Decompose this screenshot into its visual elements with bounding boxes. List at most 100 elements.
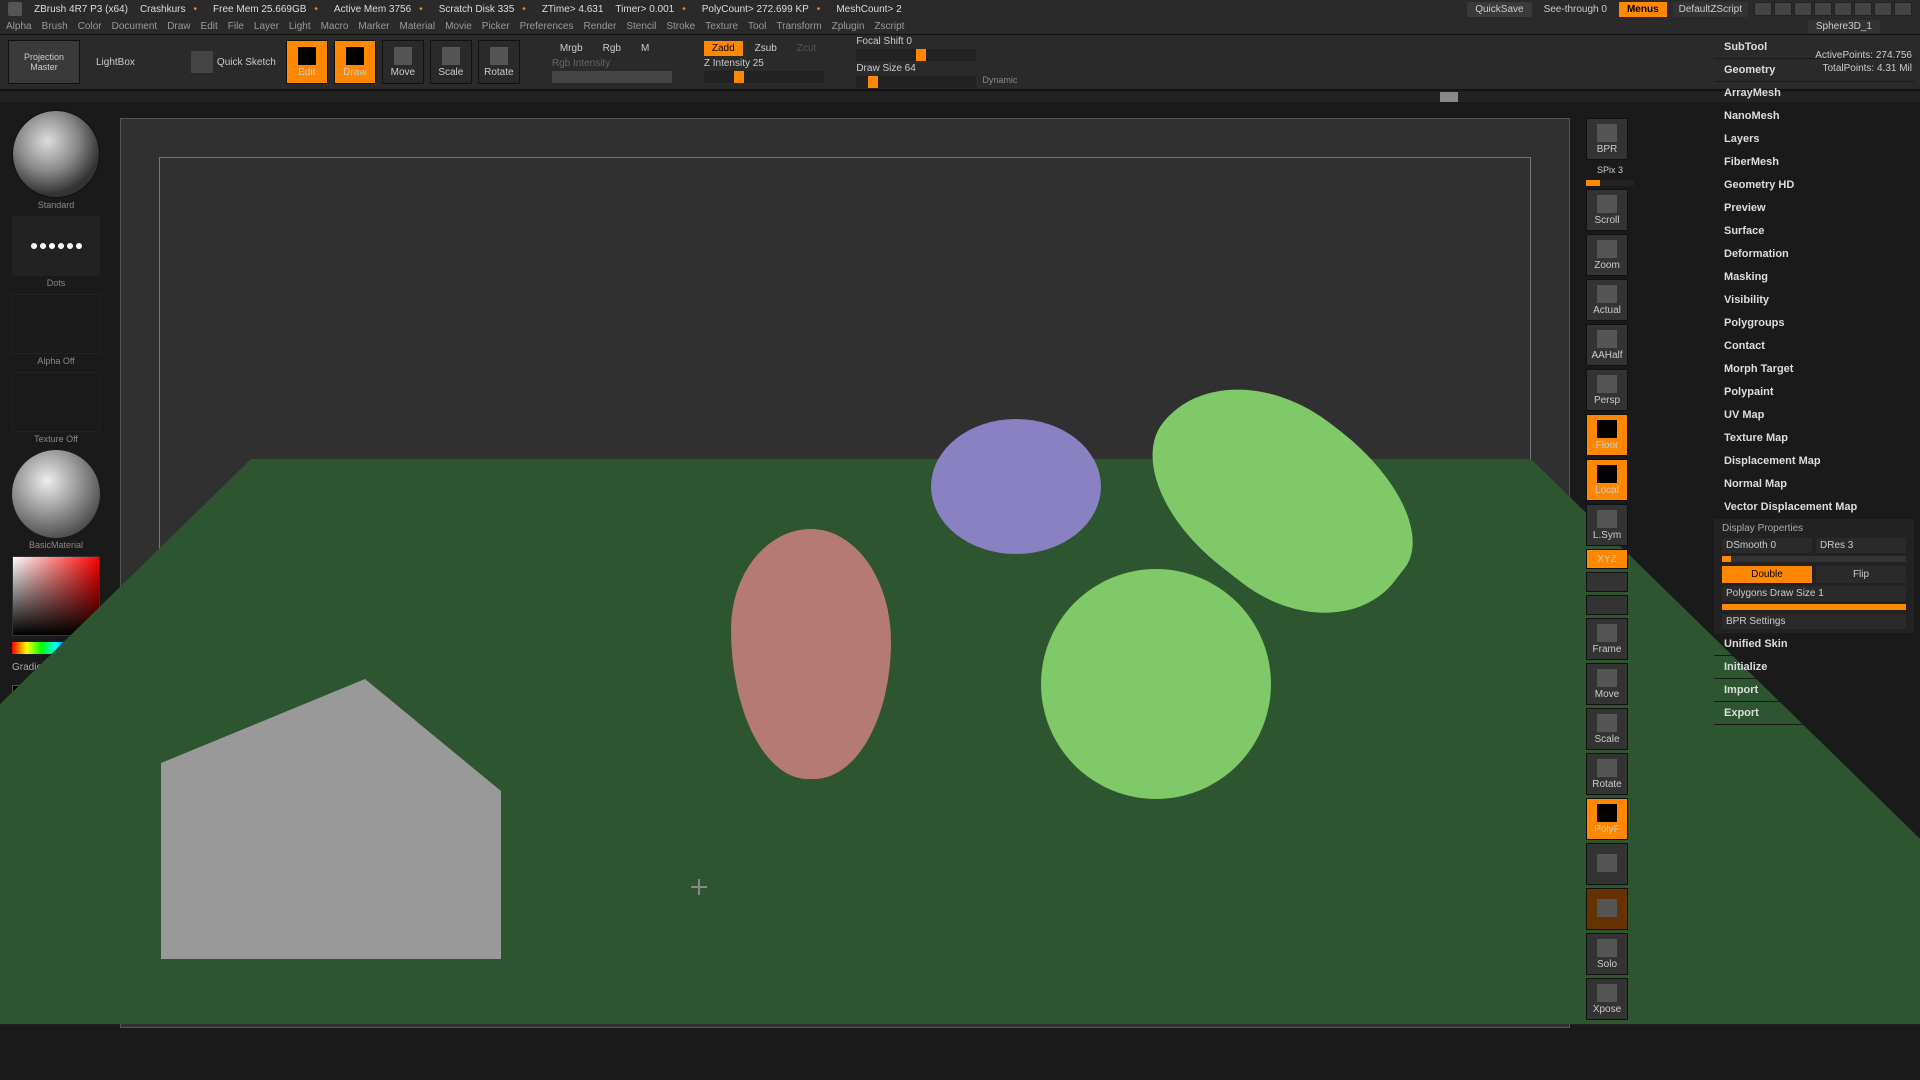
scroll-button[interactable]: Scroll bbox=[1586, 189, 1628, 231]
axis-button[interactable] bbox=[1586, 595, 1628, 615]
geometryhd-section[interactable]: Geometry HD bbox=[1714, 174, 1914, 197]
lightbox-button[interactable]: LightBox bbox=[86, 53, 145, 72]
menu-transform[interactable]: Transform bbox=[776, 21, 821, 32]
menu-brush[interactable]: Brush bbox=[42, 21, 68, 32]
polygons-slider[interactable] bbox=[1722, 604, 1906, 610]
menu-macro[interactable]: Macro bbox=[321, 21, 349, 32]
menu-material[interactable]: Material bbox=[400, 21, 436, 32]
polyf-button[interactable]: PolyF bbox=[1586, 798, 1628, 840]
double-button[interactable]: Double bbox=[1722, 566, 1812, 583]
window-icon[interactable] bbox=[1754, 2, 1772, 16]
quicksave-button[interactable]: QuickSave bbox=[1467, 2, 1531, 17]
m-button[interactable]: M bbox=[633, 41, 657, 56]
normalmap-section[interactable]: Normal Map bbox=[1714, 473, 1914, 496]
seethrough-slider[interactable]: See-through 0 bbox=[1538, 2, 1613, 17]
scale-view-button[interactable]: Scale bbox=[1586, 708, 1628, 750]
masking-section[interactable]: Masking bbox=[1714, 266, 1914, 289]
rgb-intensity-slider[interactable] bbox=[552, 71, 672, 83]
brush-preview[interactable] bbox=[12, 110, 100, 198]
window-icon[interactable] bbox=[1834, 2, 1852, 16]
axis-button[interactable] bbox=[1586, 572, 1628, 592]
menus-button[interactable]: Menus bbox=[1619, 2, 1667, 17]
spix-slider[interactable] bbox=[1586, 180, 1634, 186]
zsub-button[interactable]: Zsub bbox=[747, 41, 785, 56]
contact-section[interactable]: Contact bbox=[1714, 335, 1914, 358]
morphtarget-section[interactable]: Morph Target bbox=[1714, 358, 1914, 381]
alpha-preview[interactable] bbox=[12, 294, 100, 354]
texturemap-section[interactable]: Texture Map bbox=[1714, 427, 1914, 450]
initialize-section[interactable]: Initialize bbox=[1714, 656, 1914, 679]
rotate-mode-button[interactable]: Rotate bbox=[478, 40, 520, 84]
mrgb-button[interactable]: Mrgb bbox=[552, 41, 591, 56]
nanomesh-section[interactable]: NanoMesh bbox=[1714, 105, 1914, 128]
aahalf-button[interactable]: AAHalf bbox=[1586, 324, 1628, 366]
display-properties-heading[interactable]: Display Properties bbox=[1722, 523, 1906, 534]
actual-button[interactable]: Actual bbox=[1586, 279, 1628, 321]
preview-section[interactable]: Preview bbox=[1714, 197, 1914, 220]
material-preview[interactable] bbox=[12, 450, 100, 538]
xyz-button[interactable]: XYZ bbox=[1586, 549, 1628, 569]
polygroups-section[interactable]: Polygroups bbox=[1714, 312, 1914, 335]
menu-document[interactable]: Document bbox=[112, 21, 158, 32]
import-section[interactable]: Import bbox=[1714, 679, 1914, 702]
menu-light[interactable]: Light bbox=[289, 21, 311, 32]
surface-section[interactable]: Surface bbox=[1714, 220, 1914, 243]
spix-label[interactable]: SPix 3 bbox=[1586, 165, 1634, 175]
menu-render[interactable]: Render bbox=[584, 21, 617, 32]
polypaint-section[interactable]: Polypaint bbox=[1714, 381, 1914, 404]
uvmap-section[interactable]: UV Map bbox=[1714, 404, 1914, 427]
z-intensity-slider[interactable] bbox=[704, 71, 824, 83]
menu-edit[interactable]: Edit bbox=[201, 21, 218, 32]
displacementmap-section[interactable]: Displacement Map bbox=[1714, 450, 1914, 473]
projection-master-button[interactable]: Projection Master bbox=[8, 40, 80, 84]
dynamic-label[interactable]: Dynamic bbox=[982, 75, 1017, 85]
dsmooth-slider[interactable] bbox=[1722, 556, 1906, 562]
window-icon[interactable] bbox=[1774, 2, 1792, 16]
move-mode-button[interactable]: Move bbox=[382, 40, 424, 84]
menu-zplugin[interactable]: Zplugin bbox=[832, 21, 865, 32]
unifiedskin-section[interactable]: Unified Skin bbox=[1714, 633, 1914, 656]
zadd-button[interactable]: Zadd bbox=[704, 41, 743, 56]
transp-button[interactable] bbox=[1586, 843, 1628, 885]
rotate-view-button[interactable]: Rotate bbox=[1586, 753, 1628, 795]
menu-file[interactable]: File bbox=[228, 21, 244, 32]
zoom-button[interactable]: Zoom bbox=[1586, 234, 1628, 276]
local-button[interactable]: Local bbox=[1586, 459, 1628, 501]
menu-color[interactable]: Color bbox=[78, 21, 102, 32]
menu-tool[interactable]: Tool bbox=[748, 21, 766, 32]
geometry-section[interactable]: Geometry bbox=[1714, 59, 1914, 82]
menu-stencil[interactable]: Stencil bbox=[626, 21, 656, 32]
polygons-draw-size[interactable]: Polygons Draw Size 1 bbox=[1722, 586, 1906, 601]
lsym-button[interactable]: L.Sym bbox=[1586, 504, 1628, 546]
script-label[interactable]: DefaultZScript bbox=[1673, 2, 1748, 17]
subtool-section[interactable]: SubTool bbox=[1714, 36, 1914, 59]
dres-field[interactable]: DRes 3 bbox=[1816, 538, 1906, 553]
menu-draw[interactable]: Draw bbox=[167, 21, 190, 32]
maximize-icon[interactable] bbox=[1874, 2, 1892, 16]
window-icon[interactable] bbox=[1814, 2, 1832, 16]
menu-movie[interactable]: Movie bbox=[445, 21, 472, 32]
menu-preferences[interactable]: Preferences bbox=[520, 21, 574, 32]
flip-button[interactable]: Flip bbox=[1816, 566, 1906, 583]
rgb-button[interactable]: Rgb bbox=[595, 41, 629, 56]
draw-size-slider[interactable] bbox=[856, 76, 976, 88]
persp-button[interactable]: Persp bbox=[1586, 369, 1628, 411]
texture-preview[interactable] bbox=[12, 372, 100, 432]
timeline-bar[interactable] bbox=[0, 92, 1920, 102]
menu-layer[interactable]: Layer bbox=[254, 21, 279, 32]
bpr-button[interactable]: BPR bbox=[1586, 118, 1628, 160]
viewport[interactable] bbox=[120, 118, 1570, 1028]
menu-texture[interactable]: Texture bbox=[705, 21, 738, 32]
move-view-button[interactable]: Move bbox=[1586, 663, 1628, 705]
stroke-preview[interactable] bbox=[12, 216, 100, 276]
floor-button[interactable]: Floor bbox=[1586, 414, 1628, 456]
menu-stroke[interactable]: Stroke bbox=[666, 21, 695, 32]
bpr-settings[interactable]: BPR Settings bbox=[1722, 614, 1906, 629]
solo-button[interactable]: Solo bbox=[1586, 933, 1628, 975]
dsmooth-field[interactable]: DSmooth 0 bbox=[1722, 538, 1812, 553]
layers-section[interactable]: Layers bbox=[1714, 128, 1914, 151]
frame-button[interactable]: Frame bbox=[1586, 618, 1628, 660]
visibility-section[interactable]: Visibility bbox=[1714, 289, 1914, 312]
draw-mode-button[interactable]: Draw bbox=[334, 40, 376, 84]
xpose-button[interactable]: Xpose bbox=[1586, 978, 1628, 1020]
